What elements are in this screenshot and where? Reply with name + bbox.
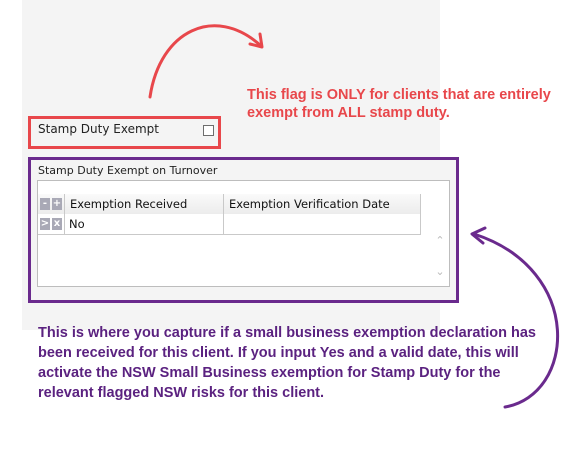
- purple-annotation-text: This is where you capture if a small bus…: [38, 325, 536, 401]
- red-annotation-text: This flag is ONLY for clients that are e…: [247, 87, 551, 121]
- screenshot-canvas: Stamp Duty Exempt Stamp Duty Exempt on T…: [0, 0, 581, 457]
- red-arrow-icon: [148, 24, 262, 99]
